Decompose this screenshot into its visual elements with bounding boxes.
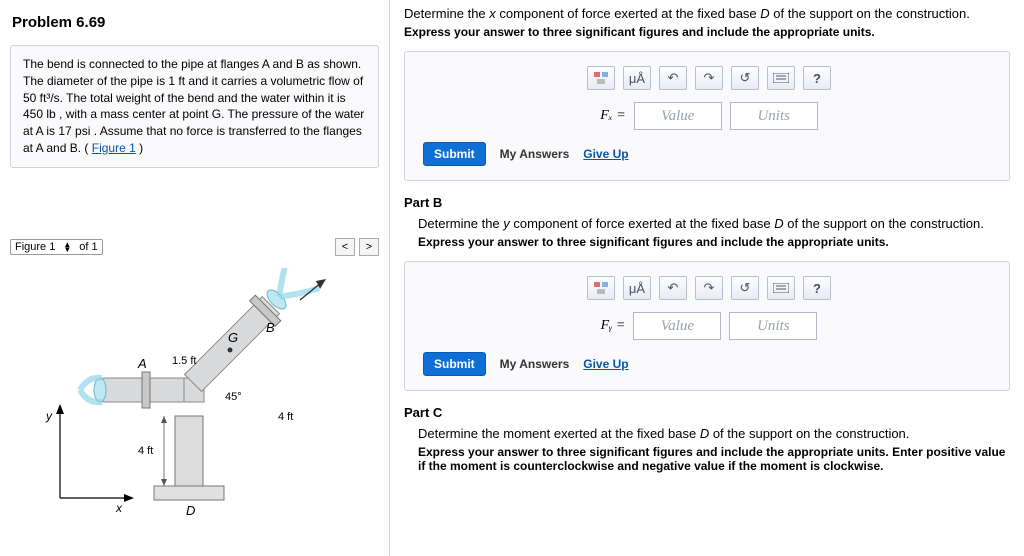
partA-submit-row: Submit My Answers Give Up [423, 142, 995, 166]
partB-giveup-link[interactable]: Give Up [583, 357, 628, 371]
label-G: G [228, 330, 238, 345]
reset-icon[interactable]: ↺ [731, 66, 759, 90]
problem-statement-box: The bend is connected to the pipe at fla… [10, 45, 379, 168]
dim-45deg: 45° [225, 391, 242, 403]
right-column: Determine the x component of force exert… [390, 0, 1024, 556]
partB-prompt: Determine the y component of force exert… [418, 216, 1010, 231]
figure-selector-bar: Figure 1 ▲▼ of 1 < > [10, 238, 379, 256]
base-plate [154, 486, 224, 500]
unit-symbol-button[interactable]: μÅ [623, 276, 651, 300]
undo-icon[interactable]: ↶ [659, 276, 687, 300]
partB-units-input[interactable]: Units [729, 312, 817, 340]
pedestal [175, 416, 203, 486]
format-fraction-icon[interactable] [587, 66, 615, 90]
figure-of-label: of 1 [79, 241, 97, 253]
partA-var-label: Fₓ = [600, 108, 625, 124]
y-axis-arrow-icon [56, 404, 64, 414]
partA-answer-panel: μÅ ↶ ↷ ↺ ? Fₓ = Value Units Submit My An… [404, 51, 1010, 181]
format-fraction-icon[interactable] [587, 276, 615, 300]
help-button[interactable]: ? [803, 66, 831, 90]
partB-answer-panel: μÅ ↶ ↷ ↺ ? Fᵧ = Value Units Submit My An… [404, 261, 1010, 391]
partB-input-row: Fᵧ = Value Units [423, 312, 995, 340]
partB-instruction: Express your answer to three significant… [418, 235, 1010, 249]
partA-units-input[interactable]: Units [730, 102, 818, 130]
label-D: D [186, 503, 195, 518]
redo-icon[interactable]: ↷ [695, 66, 723, 90]
dropdown-arrows-icon: ▲▼ [63, 242, 71, 252]
partA-instruction: Express your answer to three significant… [404, 25, 1010, 39]
left-column: Problem 6.69 The bend is connected to th… [0, 0, 390, 556]
undo-icon[interactable]: ↶ [659, 66, 687, 90]
partB-var-label: Fᵧ = [601, 318, 626, 334]
partB-submit-row: Submit My Answers Give Up [423, 352, 995, 376]
partB-heading: Part B [404, 195, 1010, 210]
partB-submit-button[interactable]: Submit [423, 352, 486, 376]
figure-current-label: Figure 1 [15, 241, 55, 253]
partA-toolbar: μÅ ↶ ↷ ↺ ? [423, 66, 995, 90]
problem-body-close: ) [139, 141, 143, 155]
keyboard-icon[interactable] [767, 276, 795, 300]
figure-link[interactable]: Figure 1 [92, 141, 136, 155]
problem-title: Problem 6.69 [12, 14, 379, 31]
partB-value-input[interactable]: Value [633, 312, 721, 340]
help-button[interactable]: ? [803, 276, 831, 300]
figure-dropdown[interactable]: Figure 1 ▲▼ of 1 [10, 239, 103, 255]
redo-icon[interactable]: ↷ [695, 276, 723, 300]
x-axis-label: x [115, 501, 123, 515]
partA-myanswers-label: My Answers [500, 147, 570, 161]
x-axis-arrow-icon [124, 494, 134, 502]
dim-4ft-b: 4 ft [278, 411, 293, 423]
partA-input-row: Fₓ = Value Units [423, 102, 995, 130]
partB-myanswers-label: My Answers [500, 357, 570, 371]
flow-inlet-icon [94, 378, 106, 402]
partA-value-input[interactable]: Value [634, 102, 722, 130]
figure-next-button[interactable]: > [359, 238, 379, 256]
point-G-marker [227, 347, 232, 352]
bend-group [177, 268, 318, 402]
figure-diagram: y x D A [10, 268, 379, 518]
keyboard-icon[interactable] [767, 66, 795, 90]
y-axis-label: y [45, 409, 53, 423]
dim-arrow-up [161, 416, 167, 423]
partC-prompt: Determine the moment exerted at the fixe… [418, 426, 1010, 441]
label-B: B [266, 320, 275, 335]
partA-giveup-link[interactable]: Give Up [583, 147, 628, 161]
partC-heading: Part C [404, 405, 1010, 420]
pipe-bend-diagram: y x D A [30, 268, 360, 518]
label-A: A [137, 356, 147, 371]
partA-submit-button[interactable]: Submit [423, 142, 486, 166]
dim-1.5ft: 1.5 ft [172, 355, 196, 367]
figure-prev-button[interactable]: < [335, 238, 355, 256]
problem-body: The bend is connected to the pipe at fla… [23, 57, 364, 155]
dim-4ft-v: 4 ft [138, 445, 153, 457]
flange-A [142, 372, 150, 408]
partC-instruction: Express your answer to three significant… [418, 445, 1010, 473]
partA-prompt: Determine the x component of force exert… [404, 6, 1010, 21]
dim-arrow-down [161, 479, 167, 486]
unit-symbol-button[interactable]: μÅ [623, 66, 651, 90]
reset-icon[interactable]: ↺ [731, 276, 759, 300]
partB-toolbar: μÅ ↶ ↷ ↺ ? [423, 276, 995, 300]
